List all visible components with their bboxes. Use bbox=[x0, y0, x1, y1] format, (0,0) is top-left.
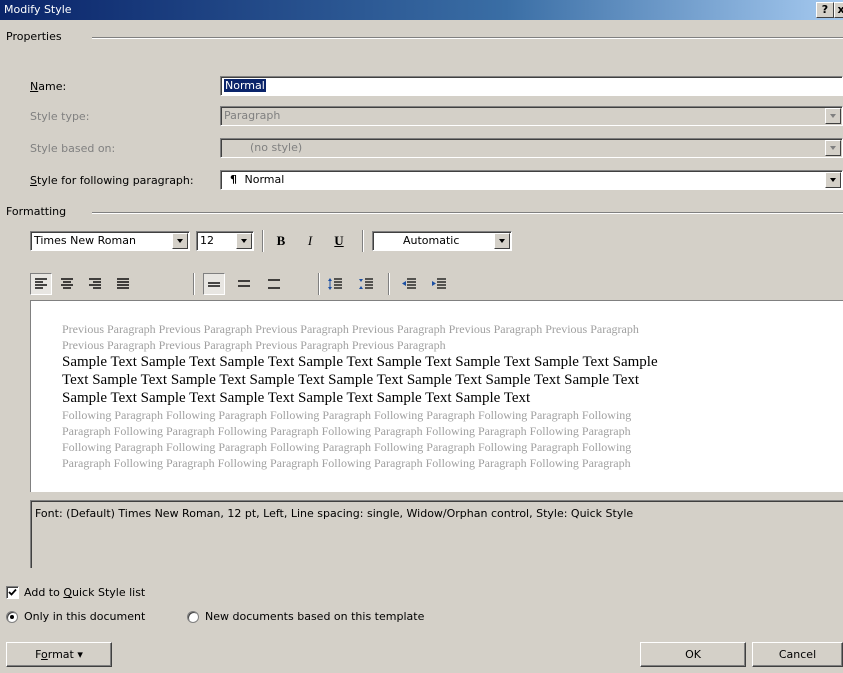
align-center-icon bbox=[61, 278, 73, 289]
font-size-select[interactable]: 12 bbox=[196, 231, 254, 251]
align-left-icon bbox=[35, 278, 47, 289]
preview-following-line: Paragraph Following Paragraph Following … bbox=[62, 456, 631, 470]
preview-following-line: Paragraph Following Paragraph Following … bbox=[62, 424, 631, 438]
increase-indent-icon bbox=[432, 278, 446, 289]
quick-style-label: Add to Quick Style list bbox=[24, 586, 146, 599]
style-preview: Previous Paragraph Previous Paragraph Pr… bbox=[30, 300, 843, 492]
increase-spacing-button[interactable] bbox=[324, 273, 346, 295]
quick-style-checkbox[interactable] bbox=[6, 586, 19, 599]
italic-button[interactable]: I bbox=[299, 230, 321, 252]
decrease-indent-icon bbox=[402, 278, 416, 289]
underline-button[interactable]: U bbox=[328, 230, 350, 252]
align-center-button[interactable] bbox=[56, 273, 78, 295]
help-button[interactable]: ? bbox=[816, 2, 834, 18]
style-type-value: Paragraph bbox=[224, 109, 281, 122]
formatting-divider bbox=[92, 212, 843, 214]
onehalf-spacing-button[interactable] bbox=[233, 273, 255, 295]
single-spacing-icon bbox=[208, 282, 220, 287]
single-spacing-button[interactable] bbox=[203, 273, 225, 295]
decrease-spacing-icon bbox=[359, 278, 373, 289]
font-size-value: 12 bbox=[200, 234, 214, 247]
based-on-value: (no style) bbox=[250, 141, 303, 154]
font-size-dropdown-icon[interactable] bbox=[236, 233, 252, 249]
toolbar-separator bbox=[318, 273, 320, 295]
toolbar-separator bbox=[262, 230, 264, 252]
cancel-button[interactable]: Cancel bbox=[752, 642, 843, 667]
preview-sample-line: Sample Text Sample Text Sample Text Samp… bbox=[62, 390, 531, 406]
align-left-button[interactable] bbox=[30, 273, 52, 295]
new-documents-label: New documents based on this template bbox=[205, 610, 425, 623]
double-spacing-button[interactable] bbox=[263, 273, 285, 295]
toolbar-separator bbox=[193, 273, 195, 295]
preview-sample-line: Sample Text Sample Text Sample Text Samp… bbox=[62, 354, 658, 370]
justify-button[interactable] bbox=[112, 273, 134, 295]
toolbar-separator bbox=[388, 273, 390, 295]
style-type-label: Style type: bbox=[30, 110, 90, 123]
increase-indent-button[interactable] bbox=[428, 273, 450, 295]
font-color-select[interactable]: Automatic bbox=[372, 231, 512, 251]
preview-following-line: Following Paragraph Following Paragraph … bbox=[62, 440, 632, 454]
name-label: Name: bbox=[30, 80, 67, 93]
pilcrow-icon: ¶ bbox=[230, 173, 237, 186]
formatting-header: Formatting bbox=[6, 205, 67, 218]
dropdown-arrow-icon: ▾ bbox=[77, 648, 83, 661]
decrease-spacing-button[interactable] bbox=[355, 273, 377, 295]
font-color-dropdown-icon[interactable] bbox=[494, 233, 510, 249]
align-right-button[interactable] bbox=[84, 273, 106, 295]
preview-previous-line: Previous Paragraph Previous Paragraph Pr… bbox=[62, 338, 446, 352]
following-dropdown-icon[interactable] bbox=[825, 172, 841, 188]
following-select[interactable]: ¶ Normal bbox=[220, 170, 843, 190]
only-document-label: Only in this document bbox=[24, 610, 146, 623]
properties-divider bbox=[92, 37, 843, 39]
font-name-value: Times New Roman bbox=[34, 234, 136, 247]
toolbar-separator bbox=[362, 230, 364, 252]
format-button[interactable]: Format ▾ bbox=[6, 642, 112, 667]
name-input[interactable]: Normal bbox=[220, 76, 843, 96]
title-bar: Modify Style ? x bbox=[0, 0, 843, 20]
font-color-value: Automatic bbox=[403, 234, 460, 247]
style-type-select: Paragraph bbox=[220, 106, 843, 126]
onehalf-spacing-icon bbox=[238, 280, 250, 287]
align-right-icon bbox=[89, 278, 101, 289]
new-documents-radio[interactable] bbox=[187, 611, 199, 623]
based-on-select: (no style) bbox=[220, 138, 843, 158]
preview-sample-line: Text Sample Text Sample Text Sample Text… bbox=[62, 372, 640, 388]
close-button[interactable]: x bbox=[834, 2, 843, 18]
only-document-radio[interactable] bbox=[6, 611, 18, 623]
ok-button[interactable]: OK bbox=[640, 642, 746, 667]
style-type-dropdown-icon bbox=[825, 108, 841, 124]
preview-previous-line: Previous Paragraph Previous Paragraph Pr… bbox=[62, 322, 639, 336]
following-value: Normal bbox=[244, 173, 285, 186]
based-on-dropdown-icon bbox=[825, 140, 841, 156]
double-spacing-icon bbox=[268, 279, 280, 289]
bold-button[interactable]: B bbox=[270, 230, 292, 252]
checkmark-icon bbox=[8, 588, 17, 596]
window-title: Modify Style bbox=[4, 3, 72, 16]
name-value: Normal bbox=[224, 79, 266, 92]
preview-following-line: Following Paragraph Following Paragraph … bbox=[62, 408, 632, 422]
font-name-dropdown-icon[interactable] bbox=[172, 233, 188, 249]
justify-icon bbox=[117, 278, 129, 289]
style-description: Font: (Default) Times New Roman, 12 pt, … bbox=[30, 500, 843, 568]
font-name-select[interactable]: Times New Roman bbox=[30, 231, 190, 251]
increase-spacing-icon bbox=[328, 278, 342, 290]
following-label: Style for following paragraph: bbox=[30, 174, 194, 187]
based-on-label: Style based on: bbox=[30, 142, 116, 155]
properties-header: Properties bbox=[6, 30, 62, 43]
decrease-indent-button[interactable] bbox=[398, 273, 420, 295]
